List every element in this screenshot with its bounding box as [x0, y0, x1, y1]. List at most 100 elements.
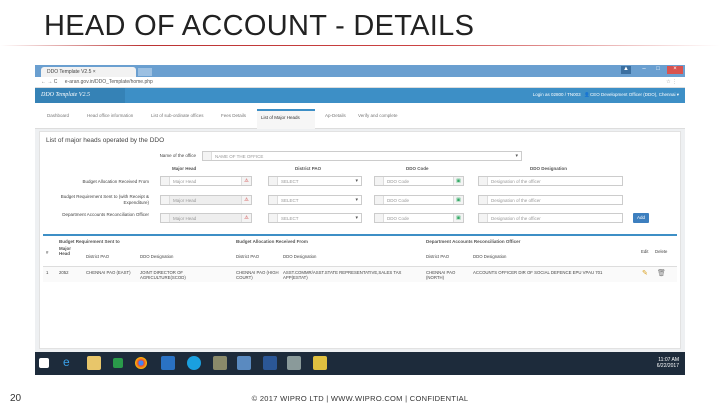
col-header-ddo-code: DDO Code	[406, 166, 429, 171]
word-icon[interactable]	[263, 356, 277, 370]
app-icon[interactable]	[237, 356, 251, 370]
designation-input[interactable]: Designation of the officer	[478, 213, 623, 223]
group-header: Budget Allocation Received From	[236, 239, 308, 244]
login-code: Login as 02800 / TN003	[532, 92, 581, 97]
user-menu[interactable]: Login as 02800 / TN003 👤CEO Development …	[533, 92, 679, 98]
footer-copyright: © 2017 WIPRO LTD | WWW.WIPRO.COM | CONFI…	[251, 394, 469, 403]
tab-ap-details[interactable]: Ap-Details	[325, 113, 346, 118]
placeholder: Major Head	[173, 179, 197, 184]
lookup-icon[interactable]: ⚠	[241, 214, 251, 222]
tab-sub-offices[interactable]: List of sub-ordinate offices	[151, 113, 203, 118]
user-name: CEO Development Officer (DDO), Chennai	[590, 92, 676, 97]
profile-icon[interactable]: ▲	[621, 66, 631, 74]
app-icon[interactable]	[213, 356, 227, 370]
col-header: DDO Designation	[283, 254, 317, 259]
office-value: NAME OF THE OFFICE	[215, 154, 264, 159]
search-icon[interactable]: ▣	[453, 196, 463, 204]
delete-icon[interactable]: 🗑	[657, 269, 666, 277]
major-heads-table: Budget Requirement Sent to Budget Alloca…	[43, 234, 677, 286]
back-icon[interactable]: ←	[41, 79, 46, 85]
minimize-button[interactable]: –	[639, 66, 649, 74]
placeholder: DDO Code	[387, 216, 410, 221]
browser-tab[interactable]: DDO Template V2.5 ×	[41, 67, 136, 77]
major-head-input[interactable]: Major Head ⚠	[160, 176, 252, 186]
col-header: Major Head	[59, 246, 72, 256]
nav-tabs: Dashboard Head office information List o…	[35, 103, 685, 129]
tab-verify[interactable]: Verify and complete	[358, 113, 398, 118]
app-icon[interactable]	[313, 356, 327, 370]
col-header-designation: DDO Designation	[530, 166, 568, 171]
cell: CHENNAI PAO (NORTH)	[426, 270, 456, 280]
pao-select[interactable]: SELECT	[268, 176, 362, 186]
pao-select[interactable]: SELECT	[268, 195, 362, 205]
tab-major-heads[interactable]: List of Major Heads	[257, 109, 315, 129]
close-icon[interactable]: ×	[93, 69, 96, 75]
major-head-input[interactable]: Major Head ⚠	[160, 213, 252, 223]
app-header: DDO Template V2.5 Login as 02800 / TN003…	[35, 88, 685, 103]
cell: JOINT DIRECTOR OF AGRICULTURE(SCOD)	[140, 270, 186, 280]
ddo-code-input[interactable]: DDO Code ▣	[374, 213, 464, 223]
windows-taskbar: e 11:07 AM 6/22/2017	[35, 352, 685, 375]
tab-head-office[interactable]: Head office information	[87, 113, 133, 118]
office-select[interactable]: NAME OF THE OFFICE	[202, 151, 522, 161]
pao-select[interactable]: SELECT	[268, 213, 362, 223]
row-label: Department Accounts Reconciliation Offic…	[62, 212, 149, 217]
col-header-major-head: Major Head	[172, 166, 197, 171]
lookup-icon[interactable]: ⚠	[241, 196, 251, 204]
placeholder: Designation of the officer	[491, 198, 541, 203]
edit-icon[interactable]: ✎	[642, 269, 648, 277]
start-icon[interactable]	[39, 358, 49, 368]
store-icon[interactable]	[113, 358, 123, 368]
paint-icon[interactable]	[287, 356, 301, 370]
slide-title: HEAD OF ACCOUNT - DETAILS	[44, 10, 475, 42]
cell: 1	[46, 270, 49, 275]
search-icon[interactable]: ▣	[453, 214, 463, 222]
row-label: Budget Requirement Sent to (with Receipt…	[60, 194, 149, 205]
select-value: SELECT	[281, 216, 299, 221]
designation-input[interactable]: Designation of the officer	[478, 176, 623, 186]
title-divider	[0, 45, 720, 46]
cell: CHENNAI PAO (EAST)	[86, 270, 131, 275]
lookup-icon[interactable]: ⚠	[241, 177, 251, 185]
reload-icon[interactable]: C	[54, 79, 58, 85]
col-header: #	[46, 250, 49, 255]
cell: ACCOUNTS OFFICER DIR OF SOCIAL DEFENCE E…	[473, 270, 603, 275]
app-brand[interactable]: DDO Template V2.5	[35, 88, 125, 103]
major-head-input[interactable]: Major Head ⚠	[160, 195, 252, 205]
col-header: District PAO	[86, 254, 110, 259]
group-header: Budget Requirement Sent to	[59, 239, 120, 244]
ddo-code-input[interactable]: DDO Code ▣	[374, 195, 464, 205]
search-icon[interactable]: ▣	[453, 177, 463, 185]
group-header: Department Accounts Reconciliation Offic…	[426, 239, 521, 244]
tab-fees[interactable]: Fees Details	[221, 113, 246, 118]
col-header: DDO Designation	[473, 254, 507, 259]
col-header: Delete	[655, 249, 668, 254]
maximize-button[interactable]: □	[653, 66, 663, 74]
new-tab-button[interactable]	[138, 68, 152, 76]
skype-icon[interactable]	[187, 356, 201, 370]
address-bar[interactable]: ← → C e-aran.gov.in/DDO_Template/home.ph…	[35, 77, 685, 88]
chrome-icon[interactable]	[135, 357, 147, 369]
col-header: District PAO	[236, 254, 260, 259]
clock-date: 6/22/2017	[656, 363, 679, 369]
star-icon[interactable]: ☆ ⋮	[666, 79, 677, 85]
outlook-icon[interactable]	[161, 356, 175, 370]
url-text[interactable]: e-aran.gov.in/DDO_Template/home.php	[65, 79, 153, 85]
designation-input[interactable]: Designation of the officer	[478, 195, 623, 205]
cell: CHENNAI PAO (HIGH COURT)	[236, 270, 279, 280]
col-header: DDO Designation	[140, 254, 174, 259]
system-clock[interactable]: 11:07 AM 6/22/2017	[657, 357, 679, 369]
cell: ASST.COMMR/ASST.STATE REPRESENTATIVE,SAL…	[283, 270, 402, 280]
ie-icon[interactable]: e	[63, 355, 77, 369]
close-window-button[interactable]: ×	[667, 66, 683, 74]
browser-screenshot: DDO Template V2.5 × ▲ – □ × ← → C e-aran…	[35, 65, 685, 375]
explorer-icon[interactable]	[87, 356, 101, 370]
table-row: 1 2052 CHENNAI PAO (EAST) JOINT DIRECTOR…	[43, 266, 677, 282]
ddo-code-input[interactable]: DDO Code ▣	[374, 176, 464, 186]
forward-icon[interactable]: →	[47, 79, 52, 85]
select-value: SELECT	[281, 198, 299, 203]
add-button[interactable]: Add	[633, 213, 649, 223]
col-header-pao: District PAO	[295, 166, 322, 171]
placeholder: Major Head	[173, 216, 197, 221]
tab-dashboard[interactable]: Dashboard	[47, 113, 69, 118]
